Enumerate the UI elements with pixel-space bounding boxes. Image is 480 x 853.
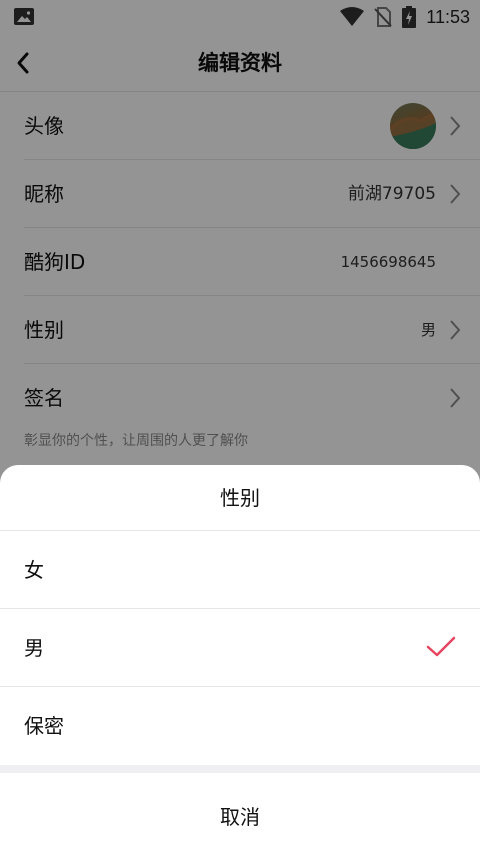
option-label: 男 — [24, 636, 44, 660]
gender-sheet: 性别 女 男 保密 取消 — [0, 465, 480, 853]
sheet-divider — [0, 765, 480, 773]
option-male[interactable]: 男 — [0, 609, 480, 687]
option-label: 女 — [24, 558, 44, 582]
checkmark-icon — [426, 636, 456, 657]
option-female[interactable]: 女 — [0, 531, 480, 609]
option-label: 保密 — [24, 714, 64, 738]
cancel-button[interactable]: 取消 — [0, 773, 480, 853]
option-private[interactable]: 保密 — [0, 687, 480, 765]
sheet-title: 性别 — [0, 465, 480, 531]
